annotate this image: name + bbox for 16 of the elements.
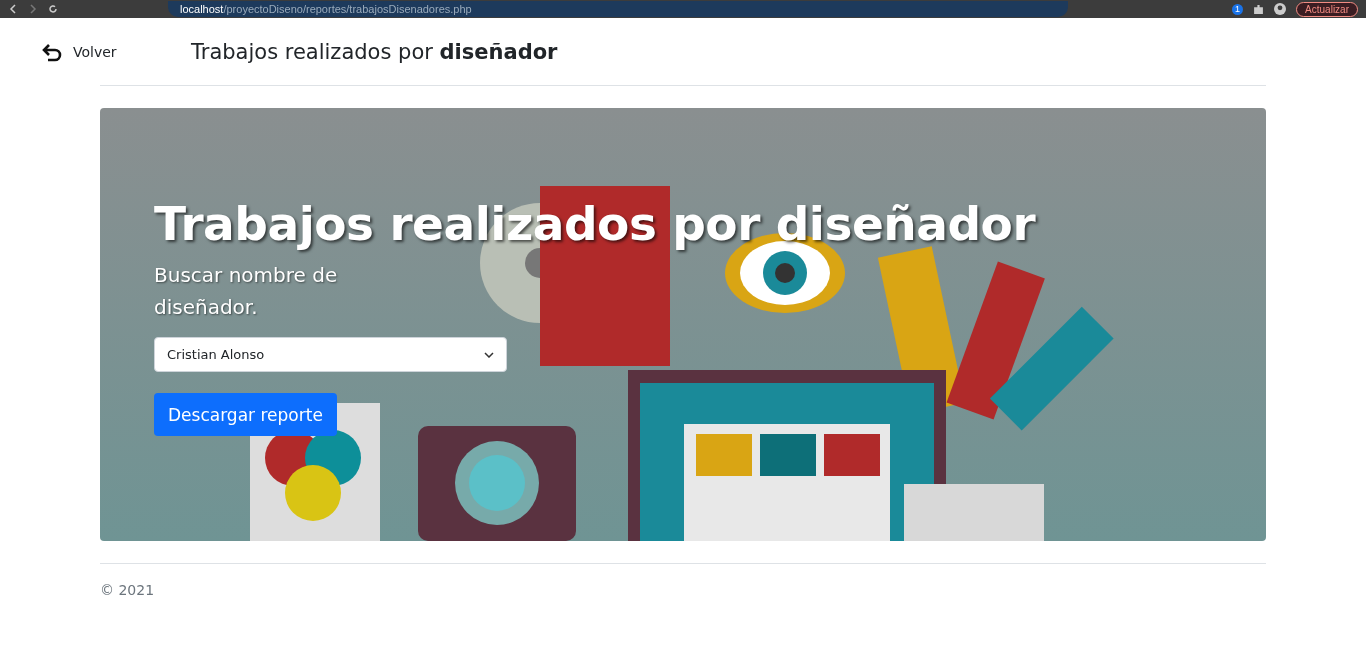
designer-select[interactable]: Cristian Alonso bbox=[154, 337, 507, 372]
download-report-button[interactable]: Descargar reporte bbox=[154, 393, 337, 436]
back-icon[interactable] bbox=[8, 4, 18, 14]
extension-badge: 1 bbox=[1232, 3, 1244, 15]
reload-icon[interactable] bbox=[48, 4, 58, 14]
undo-arrow-icon bbox=[42, 42, 63, 62]
profile-icon[interactable] bbox=[1274, 3, 1287, 15]
back-link[interactable]: Volver bbox=[42, 42, 191, 62]
update-button[interactable]: Actualizar bbox=[1296, 1, 1358, 17]
chevron-down-icon bbox=[484, 351, 494, 358]
copyright-text: © 2021 bbox=[100, 582, 155, 598]
page-title: Trabajos realizados por diseñador bbox=[191, 40, 558, 64]
puzzle-icon[interactable] bbox=[1253, 3, 1265, 15]
search-instruction: Buscar nombre de diseñador. bbox=[154, 262, 339, 321]
forward-icon[interactable] bbox=[28, 4, 38, 14]
address-bar[interactable]: localhost/proyectoDiseno/reportes/trabajosDisenadores.php bbox=[168, 1, 1068, 17]
